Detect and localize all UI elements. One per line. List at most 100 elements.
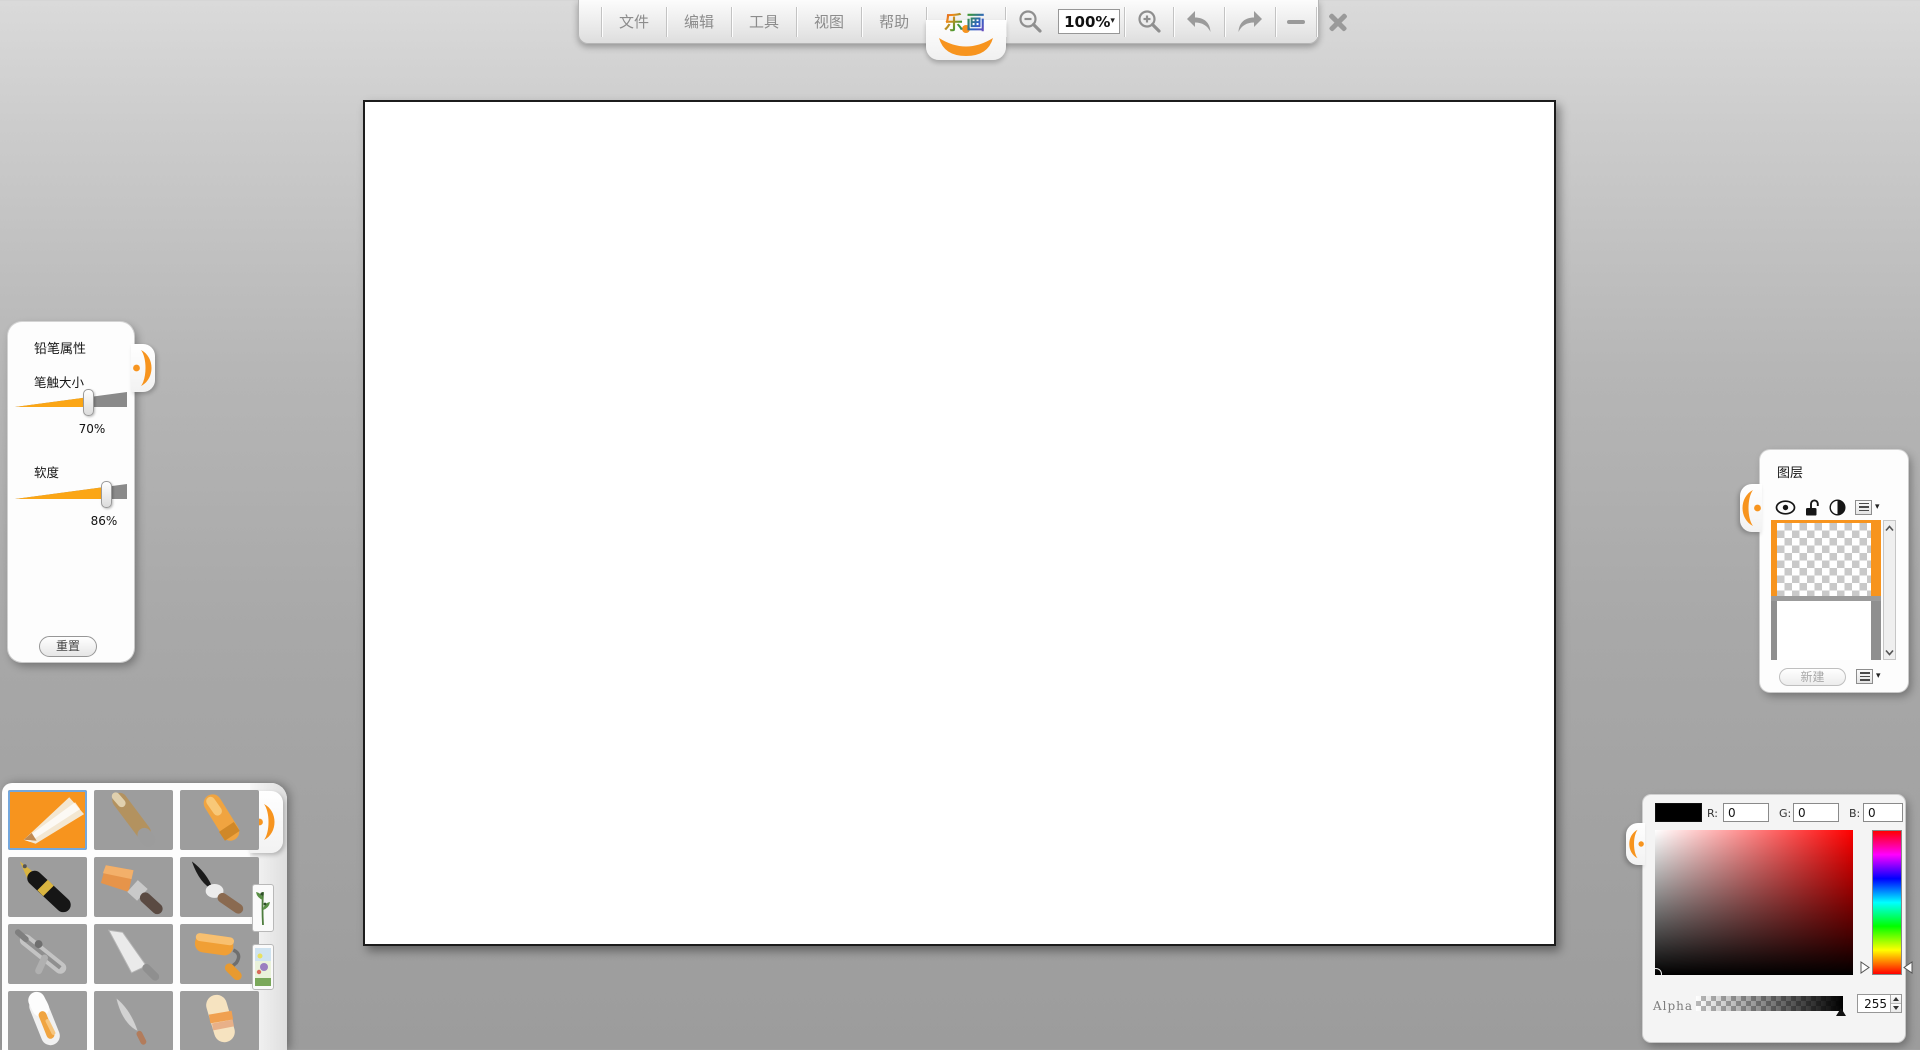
drawing-canvas[interactable]: [363, 100, 1556, 946]
blue-input[interactable]: [1863, 803, 1903, 822]
layer-thumbnail-white: [1777, 601, 1871, 660]
hue-bar[interactable]: [1872, 830, 1902, 975]
zoom-out-button[interactable]: [1006, 0, 1054, 43]
main-toolbar: 文件 编辑 工具 视图 帮助 乐画 100%: [578, 0, 1319, 44]
menu-edit[interactable]: 编辑: [667, 1, 731, 43]
redo-icon: [1236, 9, 1264, 35]
red-input[interactable]: [1723, 803, 1769, 822]
tool-ink-brush[interactable]: [180, 857, 259, 917]
spinner-down-icon[interactable]: [1891, 1003, 1901, 1012]
airbrush-icon: [8, 924, 87, 984]
color-picker-panel: R: G: B: Alpha 255: [1643, 795, 1905, 1042]
contrast-icon[interactable]: [1829, 499, 1846, 516]
tool-paint-roller[interactable]: [180, 924, 259, 984]
color-panel-collapse-handle[interactable]: [1626, 823, 1645, 865]
alpha-handle-icon[interactable]: [1836, 1008, 1846, 1016]
current-color-swatch[interactable]: [1655, 803, 1702, 822]
undo-button[interactable]: [1174, 0, 1224, 43]
close-button[interactable]: [1317, 0, 1359, 43]
close-icon: [1328, 12, 1348, 32]
alpha-label: Alpha: [1653, 999, 1693, 1013]
app-root: 文件 编辑 工具 视图 帮助 乐画 100%: [0, 0, 1920, 1050]
flat-brush-icon: [94, 857, 173, 917]
zoom-in-button[interactable]: [1125, 0, 1173, 43]
layers-panel-title: 图层: [1777, 462, 1803, 481]
scroll-up-icon[interactable]: [1884, 522, 1895, 534]
zoom-level-dropdown[interactable]: 100% ▾: [1058, 9, 1120, 34]
brush-size-label: 笔触大小: [34, 372, 84, 391]
sticker-stamp-icon: [255, 948, 271, 986]
softness-handle[interactable]: [101, 481, 112, 508]
chevron-down-icon: ▾: [1876, 672, 1881, 681]
layer-list: [1771, 520, 1881, 660]
brush-size-handle[interactable]: [83, 389, 94, 416]
blue-label: B:: [1849, 807, 1860, 820]
panel-handle-icon: [1627, 825, 1645, 863]
layers-panel-collapse-handle[interactable]: [1740, 484, 1762, 532]
logo-smile-icon: [935, 35, 997, 57]
layer-options-menu[interactable]: ▾: [1855, 500, 1880, 515]
new-layer-button[interactable]: 新建: [1779, 668, 1846, 686]
menu-file[interactable]: 文件: [602, 1, 666, 43]
minimize-button[interactable]: [1276, 0, 1316, 43]
menu-list-icon: [1855, 500, 1872, 515]
reset-button[interactable]: 重置: [39, 636, 97, 657]
tool-eraser[interactable]: [180, 991, 259, 1050]
tool-fountain-pen[interactable]: [8, 857, 87, 917]
softness-value: 86%: [82, 514, 126, 528]
menu-list-icon: [1856, 669, 1873, 684]
tool-crayon[interactable]: [180, 790, 259, 850]
tool-wooden-pencil[interactable]: [94, 790, 173, 850]
zoom-out-icon: [1017, 9, 1043, 35]
wooden-pencil-icon: [94, 790, 173, 850]
pencil-icon: [8, 790, 87, 850]
undo-icon: [1185, 9, 1213, 35]
knife-icon: [94, 991, 173, 1050]
tool-palette-knife[interactable]: [94, 924, 173, 984]
green-input[interactable]: [1793, 803, 1839, 822]
layer-row-selected[interactable]: [1771, 520, 1881, 596]
chevron-down-icon: ▾: [1875, 503, 1880, 512]
paint-tube-icon: [8, 991, 87, 1050]
redo-button[interactable]: [1225, 0, 1275, 43]
color-cursor[interactable]: [1655, 968, 1662, 975]
saturation-value-field[interactable]: [1655, 830, 1853, 975]
layer-list-menu[interactable]: ▾: [1856, 669, 1881, 684]
alpha-spinner[interactable]: 255: [1857, 994, 1902, 1013]
menu-help[interactable]: 帮助: [862, 1, 926, 43]
hue-marker-right-icon[interactable]: [1903, 961, 1913, 974]
lock-icon[interactable]: [1805, 499, 1820, 516]
pencil-panel-title: 铅笔属性: [34, 338, 86, 357]
zoom-in-icon: [1136, 9, 1162, 35]
stamp-plant-button[interactable]: [252, 884, 274, 932]
layer-row[interactable]: [1771, 601, 1881, 660]
tool-palette-panel: [2, 783, 287, 1050]
tool-knife[interactable]: [94, 991, 173, 1050]
layer-thumbnail-transparent: [1777, 520, 1871, 596]
logo-text: 乐画: [944, 8, 988, 35]
pencil-panel-collapse-handle[interactable]: [131, 344, 155, 392]
ink-brush-icon: [180, 857, 259, 917]
spinner-up-icon[interactable]: [1891, 995, 1901, 1003]
tool-airbrush[interactable]: [8, 924, 87, 984]
softness-slider[interactable]: [15, 482, 127, 514]
tool-grid: [8, 790, 259, 1050]
tool-paint-tube[interactable]: [8, 991, 87, 1050]
stamp-sticker-button[interactable]: [252, 944, 274, 990]
tool-flat-brush[interactable]: [94, 857, 173, 917]
menu-tools[interactable]: 工具: [732, 1, 796, 43]
brush-size-track: [15, 390, 127, 410]
scroll-down-icon[interactable]: [1884, 646, 1895, 658]
tool-pencil[interactable]: [8, 790, 87, 850]
brush-size-slider[interactable]: [15, 390, 127, 422]
red-label: R:: [1707, 807, 1718, 820]
layer-toolbar: ▾: [1775, 498, 1880, 516]
alpha-slider[interactable]: [1696, 996, 1843, 1011]
visibility-eye-icon[interactable]: [1775, 500, 1796, 515]
pencil-properties-panel: 铅笔属性 笔触大小 70% 软度 86% 重置: [8, 322, 134, 662]
green-label: G:: [1779, 807, 1791, 820]
menu-view[interactable]: 视图: [797, 1, 861, 43]
hue-marker-left-icon[interactable]: [1860, 961, 1870, 974]
app-logo[interactable]: 乐画: [927, 0, 1005, 43]
layer-scrollbar[interactable]: [1883, 520, 1896, 660]
